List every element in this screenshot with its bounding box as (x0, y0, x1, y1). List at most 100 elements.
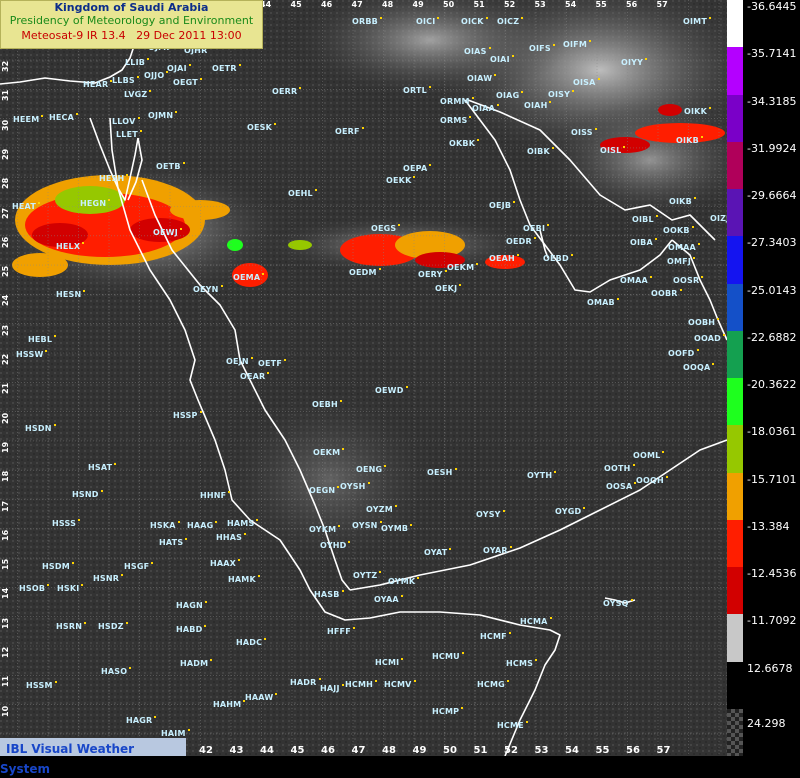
legend-swatch (727, 189, 743, 237)
station-marker (149, 90, 152, 92)
station-code: OYSN (352, 521, 378, 530)
station-code: OEDM (349, 268, 377, 277)
station-label: HAGN (176, 601, 207, 610)
station-code: OOQH (636, 476, 664, 485)
station-marker (348, 541, 351, 543)
longitude-label: 51 (473, 745, 488, 756)
station-marker (339, 400, 342, 402)
station-code: OEWJ (153, 228, 178, 237)
station-label: HABD (176, 625, 207, 634)
longitude-label: 57 (656, 0, 668, 9)
station-code: HECA (49, 113, 75, 122)
station-marker (199, 78, 202, 80)
legend-swatch (727, 614, 743, 662)
station-code: OYSH (340, 482, 366, 491)
station-label: LLOV (112, 117, 140, 126)
station-label: OYMB (381, 524, 413, 533)
station-marker (697, 243, 700, 245)
station-label: HASB (314, 590, 344, 599)
station-marker (496, 104, 499, 106)
station-label: HCMU (432, 652, 464, 661)
station-code: HAIM (161, 729, 186, 738)
latitude-label: 22 (1, 353, 10, 365)
station-code: HAMS (227, 519, 255, 528)
station-marker (379, 17, 382, 19)
longitude-label: 53 (534, 745, 549, 756)
station-code: HSSM (26, 681, 53, 690)
station-code: HATS (159, 538, 184, 547)
station-label: HSGF (124, 562, 154, 571)
station-code: OOAD (694, 334, 722, 343)
station-marker (437, 17, 440, 19)
station-marker (696, 349, 699, 351)
station-label: HELX (56, 242, 85, 251)
latitude-label: 11 (1, 676, 10, 688)
station-label: OIKB (669, 197, 696, 206)
station-marker (454, 468, 457, 470)
latitude-label: 26 (1, 236, 10, 248)
legend-swatch (727, 0, 743, 48)
station-label: OERR (272, 87, 302, 96)
station-marker (547, 224, 550, 226)
station-code: HSDZ (98, 622, 124, 631)
station-marker (82, 242, 85, 244)
station-label: OJJO (144, 71, 169, 80)
station-code: OYSY (476, 510, 501, 519)
station-marker (264, 638, 267, 640)
station-label: OEBI (523, 224, 550, 233)
legend-swatch (727, 94, 743, 142)
longitude-label: 47 (351, 0, 363, 9)
station-code: OEAH (489, 254, 515, 263)
station-code: OEGN (309, 486, 336, 495)
satellite-map[interactable]: ORBBOICIOICKOICZOIMTOJMFOJHROJHKOIASOIFS… (0, 0, 727, 756)
station-marker (691, 226, 694, 228)
station-marker (41, 115, 44, 117)
legend-label: 24.298 (747, 716, 786, 730)
station-marker (511, 55, 514, 57)
station-code: HHNF (200, 491, 227, 500)
station-marker (47, 584, 50, 586)
station-marker (521, 17, 524, 19)
station-code: HEAT (12, 202, 36, 211)
station-code: OYGD (555, 507, 582, 516)
station-marker (177, 521, 180, 523)
station-label: HSDM (42, 562, 74, 571)
station-code: HSSS (52, 519, 77, 528)
longitude-label: 57 (656, 745, 671, 756)
station-code: OEYN (193, 285, 219, 294)
station-label: OOQH (636, 476, 668, 485)
station-label: OIAS (464, 47, 491, 56)
station-marker (513, 201, 516, 203)
station-marker (204, 625, 207, 627)
station-code: HCMP (432, 707, 460, 716)
station-label: HSAT (88, 463, 117, 472)
station-label: OIZJ (710, 214, 727, 223)
station-marker (378, 268, 381, 270)
longitude-label: 45 (290, 0, 302, 9)
station-code: OIKB (669, 197, 692, 206)
station-label: OMAA (668, 243, 700, 252)
station-label: OYAR (483, 546, 512, 555)
station-marker (583, 507, 586, 509)
station-label: OIBK (527, 147, 554, 156)
station-code: OYTZ (353, 571, 378, 580)
station-code: HSGF (124, 562, 150, 571)
station-label: HATS (159, 538, 188, 547)
station-code: OEGT (173, 78, 198, 87)
station-code: OIKB (676, 136, 699, 145)
station-label: OYSH (340, 482, 370, 491)
station-marker (723, 334, 726, 336)
latitude-label: 27 (1, 207, 10, 219)
station-marker (126, 174, 129, 176)
station-code: OEKK (386, 176, 412, 185)
station-label: HSSM (26, 681, 57, 690)
station-marker (502, 510, 505, 512)
station-code: HAHM (213, 700, 242, 709)
station-code: HAJJ (320, 684, 340, 693)
latitude-label: 17 (1, 500, 10, 512)
station-marker (166, 71, 169, 73)
station-marker (461, 707, 464, 709)
station-code: OEBD (543, 254, 569, 263)
station-label: HHAS (216, 533, 247, 542)
station-label: OYZM (366, 505, 397, 514)
